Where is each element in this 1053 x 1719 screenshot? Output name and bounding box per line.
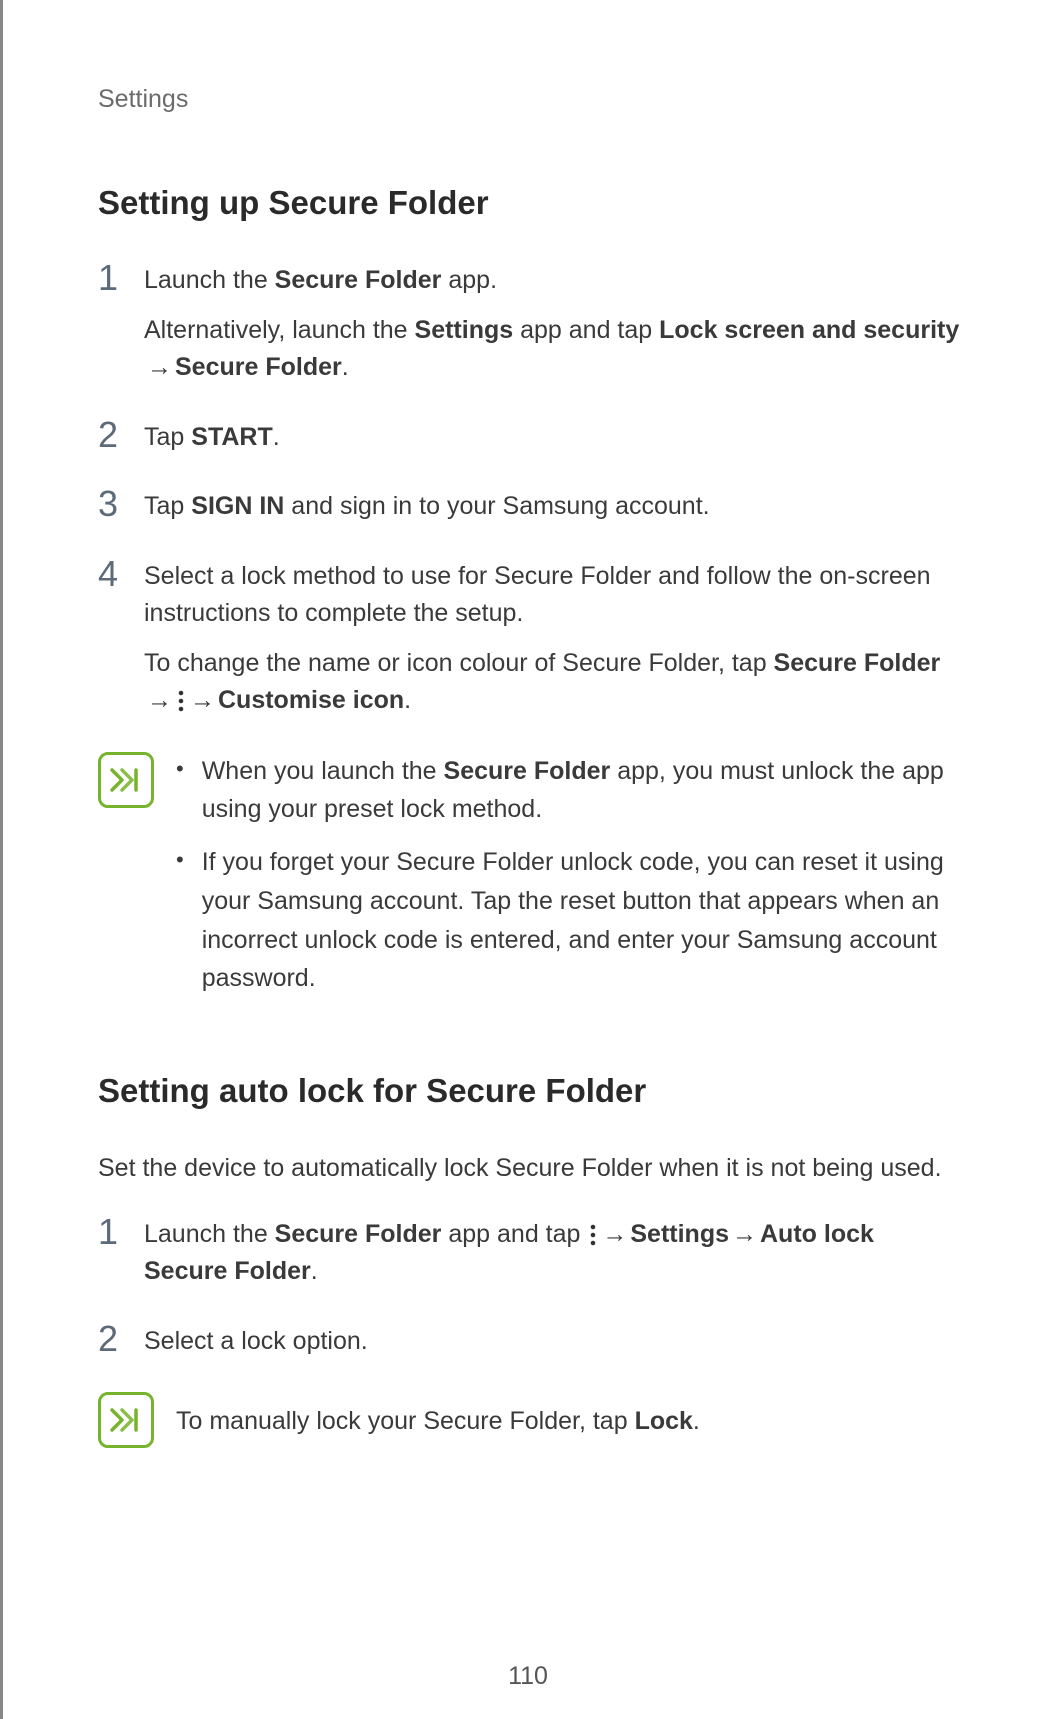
text: If you forget your Secure Folder unlock … bbox=[202, 843, 963, 998]
step-body: Launch the Secure Folder app. Alternativ… bbox=[144, 262, 963, 387]
text: . bbox=[311, 1257, 318, 1285]
step-3: 3 Tap SIGN IN and sign in to your Samsun… bbox=[98, 488, 963, 526]
more-options-icon bbox=[589, 1223, 597, 1247]
bullet-list: • When you launch the Secure Folder app,… bbox=[176, 752, 963, 999]
step-number: 2 bbox=[98, 1321, 126, 1361]
step-body: Launch the Secure Folder app and tap →Se… bbox=[144, 1216, 963, 1291]
step-number: 1 bbox=[98, 260, 126, 387]
page-number: 110 bbox=[3, 1662, 1053, 1691]
step-body: Select a lock method to use for Secure F… bbox=[144, 558, 963, 720]
bullet-dot: • bbox=[176, 843, 184, 998]
step-4: 4 Select a lock method to use for Secure… bbox=[98, 558, 963, 720]
bold-text: Secure Folder bbox=[444, 757, 611, 785]
text: . bbox=[693, 1407, 700, 1435]
bullet-item: • If you forget your Secure Folder unloc… bbox=[176, 843, 963, 998]
step-body: Tap START. bbox=[144, 419, 963, 457]
step-number: 4 bbox=[98, 556, 126, 720]
step-2: 2 Tap START. bbox=[98, 419, 963, 457]
text: Select a lock option. bbox=[144, 1323, 963, 1361]
note-body: To manually lock your Secure Folder, tap… bbox=[176, 1392, 963, 1448]
note-icon bbox=[98, 1392, 154, 1448]
step-number: 2 bbox=[98, 417, 126, 457]
text: . bbox=[342, 353, 349, 381]
bold-text: Lock screen and security bbox=[659, 316, 959, 344]
step-body: Select a lock option. bbox=[144, 1323, 963, 1361]
note-block: To manually lock your Secure Folder, tap… bbox=[98, 1392, 963, 1448]
step-2: 2 Select a lock option. bbox=[98, 1323, 963, 1361]
arrow-icon: → bbox=[187, 682, 218, 720]
bold-text: Secure Folder bbox=[275, 266, 442, 294]
arrow-icon: → bbox=[599, 1216, 630, 1254]
text: and sign in to your Samsung account. bbox=[284, 492, 709, 520]
text: Select a lock method to use for Secure F… bbox=[144, 558, 963, 633]
section-heading-autolock: Setting auto lock for Secure Folder bbox=[98, 1072, 963, 1110]
bold-text: Settings bbox=[630, 1220, 729, 1248]
text: . bbox=[404, 686, 411, 714]
text: app and tap bbox=[513, 316, 659, 344]
text: Launch the bbox=[144, 1220, 275, 1248]
text: app and tap bbox=[441, 1220, 587, 1248]
text: Alternatively, launch the bbox=[144, 316, 415, 344]
arrow-icon: → bbox=[144, 349, 175, 387]
text: Launch the bbox=[144, 266, 275, 294]
text: To manually lock your Secure Folder, tap bbox=[176, 1407, 635, 1435]
note-block: • When you launch the Secure Folder app,… bbox=[98, 752, 963, 1013]
bullet-dot: • bbox=[176, 752, 184, 830]
page: Settings Setting up Secure Folder 1 Laun… bbox=[0, 0, 1053, 1719]
text: To change the name or icon colour of Sec… bbox=[144, 649, 774, 677]
text: When you launch the bbox=[202, 757, 444, 785]
step-1: 1 Launch the Secure Folder app. Alternat… bbox=[98, 262, 963, 387]
more-options-icon bbox=[177, 689, 185, 713]
intro-text: Set the device to automatically lock Sec… bbox=[98, 1150, 963, 1188]
bold-text: Secure Folder bbox=[275, 1220, 442, 1248]
note-icon bbox=[98, 752, 154, 808]
text: Tap bbox=[144, 492, 191, 520]
bold-text: SIGN IN bbox=[191, 492, 284, 520]
text: app. bbox=[441, 266, 497, 294]
bold-text: Secure Folder bbox=[774, 649, 941, 677]
note-body: • When you launch the Secure Folder app,… bbox=[176, 752, 963, 1013]
arrow-icon: → bbox=[729, 1216, 760, 1254]
bold-text: Customise icon bbox=[218, 686, 404, 714]
bold-text: Secure Folder bbox=[175, 353, 342, 381]
step-body: Tap SIGN IN and sign in to your Samsung … bbox=[144, 488, 963, 526]
step-list-autolock: 1 Launch the Secure Folder app and tap →… bbox=[98, 1216, 963, 1361]
bold-text: Settings bbox=[415, 316, 514, 344]
step-list-setup: 1 Launch the Secure Folder app. Alternat… bbox=[98, 262, 963, 720]
step-number: 3 bbox=[98, 486, 126, 526]
text: Tap bbox=[144, 423, 191, 451]
arrow-icon: → bbox=[144, 682, 175, 720]
section-heading-setup: Setting up Secure Folder bbox=[98, 184, 963, 222]
header-label: Settings bbox=[98, 85, 963, 114]
step-1: 1 Launch the Secure Folder app and tap →… bbox=[98, 1216, 963, 1291]
step-number: 1 bbox=[98, 1214, 126, 1291]
text: . bbox=[273, 423, 280, 451]
bullet-item: • When you launch the Secure Folder app,… bbox=[176, 752, 963, 830]
bold-text: Lock bbox=[635, 1407, 693, 1435]
bold-text: START bbox=[191, 423, 272, 451]
